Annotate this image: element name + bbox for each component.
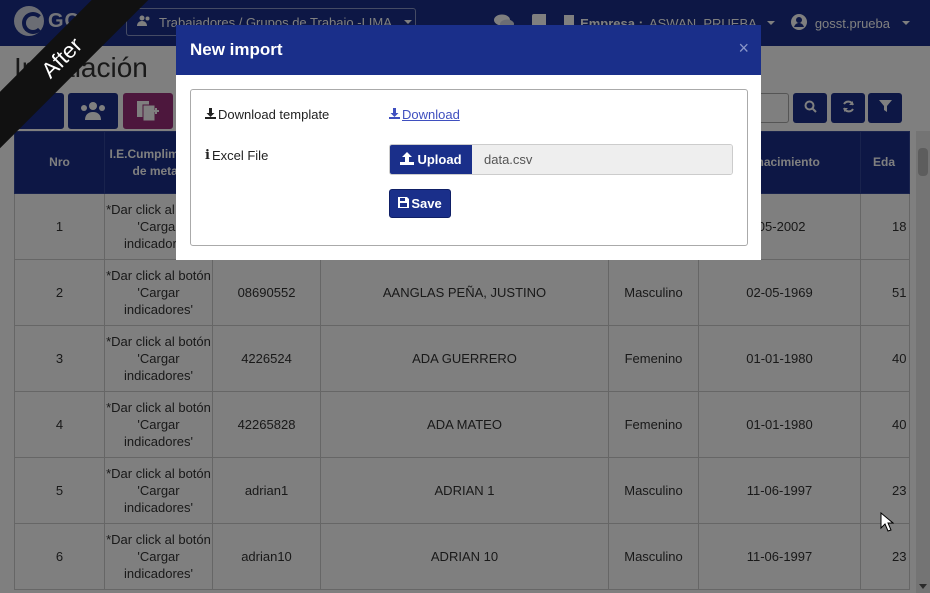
download-icon bbox=[205, 107, 216, 122]
save-button[interactable]: Save bbox=[389, 189, 451, 218]
file-label: Excel File bbox=[211, 148, 269, 163]
info-icon: i bbox=[205, 148, 210, 163]
upload-icon bbox=[400, 151, 415, 168]
modal-title: New import bbox=[190, 40, 283, 59]
modal-body: Download template Download i Excel File … bbox=[190, 89, 748, 246]
upload-button-label: Upload bbox=[417, 152, 462, 167]
download-template-link[interactable]: Download bbox=[389, 107, 460, 122]
upload-button[interactable]: Upload bbox=[390, 145, 472, 174]
mouse-pointer-icon bbox=[880, 511, 895, 535]
download-link-label: Download bbox=[402, 107, 460, 122]
file-input-group: Upload bbox=[389, 144, 733, 175]
import-modal: New import × Download template Download … bbox=[176, 25, 761, 260]
save-button-label: Save bbox=[411, 196, 442, 211]
modal-header: New import × bbox=[176, 25, 761, 75]
download-icon bbox=[389, 107, 400, 122]
template-label-row: Download template bbox=[205, 107, 329, 122]
template-label: Download template bbox=[218, 107, 330, 122]
close-button[interactable]: × bbox=[738, 38, 749, 59]
file-name-field[interactable] bbox=[472, 145, 732, 174]
save-icon bbox=[398, 196, 410, 211]
file-label-row: i Excel File bbox=[205, 148, 268, 163]
